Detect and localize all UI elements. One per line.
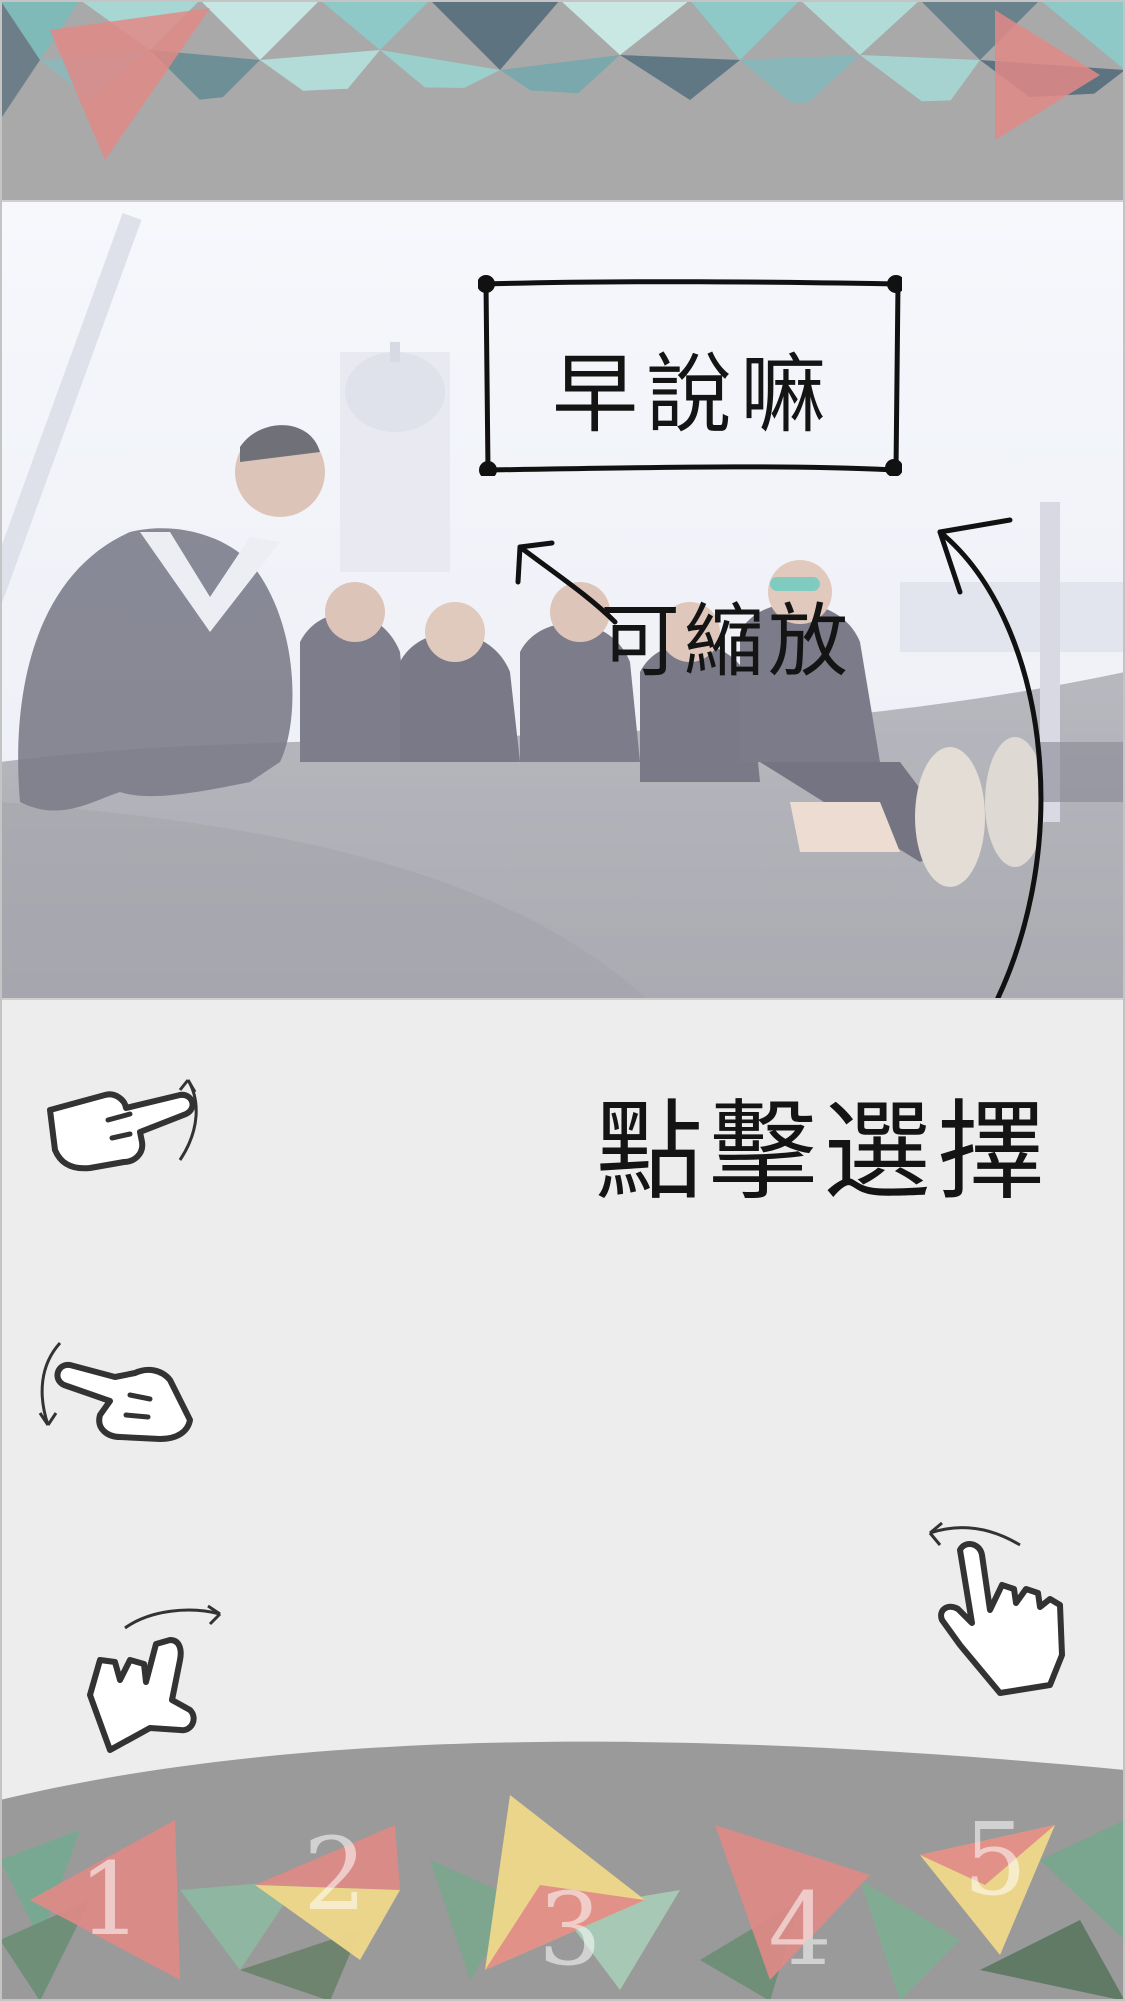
top-banner-pattern [0, 0, 1125, 200]
tab-5-number: 5 [963, 1801, 1027, 1918]
tab-3-number: 3 [538, 1871, 602, 1988]
tab-3[interactable]: 3 [480, 1790, 650, 1980]
top-banner [0, 0, 1125, 200]
tab-1[interactable]: 1 [25, 1815, 185, 1985]
resize-handle-top-left [478, 275, 495, 293]
text-sticker[interactable]: 早說嘛 [478, 274, 902, 476]
scale-hint-text: 可縮放 [600, 595, 852, 688]
rotate-right-hand-icon [70, 1600, 250, 1760]
tab-1-number: 1 [78, 1841, 142, 1958]
tab-4[interactable]: 4 [710, 1820, 875, 1985]
resize-handle-bottom-left [479, 461, 497, 476]
sticker-text[interactable]: 早說嘛 [508, 324, 878, 449]
tab-5[interactable]: 5 [915, 1810, 1065, 1965]
bottom-tab-bar: 1 2 3 4 5 [0, 1740, 1125, 2001]
resize-handle-top-right [887, 275, 902, 293]
swipe-down-left-hand-icon [30, 1325, 210, 1485]
swipe-up-right-hand-icon [30, 1050, 210, 1210]
tab-2[interactable]: 2 [250, 1815, 410, 1965]
tab-4-number: 4 [768, 1871, 832, 1988]
select-hint-arrow [937, 517, 1044, 998]
select-hint-text: 點擊選擇 [595, 1090, 1052, 1215]
photo-canvas[interactable]: 早說嘛 可縮放 [0, 200, 1125, 1000]
rotate-left-hand-icon [910, 1515, 1090, 1696]
tab-2-number: 2 [303, 1816, 367, 1933]
